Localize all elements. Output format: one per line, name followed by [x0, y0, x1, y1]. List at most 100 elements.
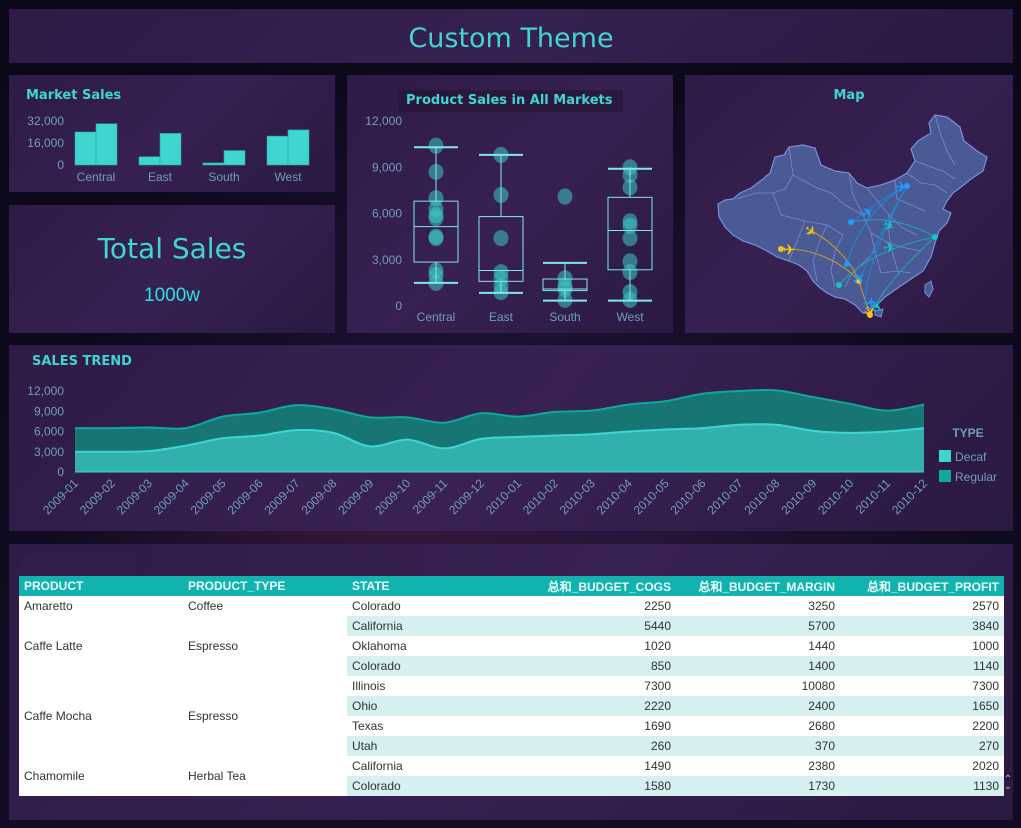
- table-row[interactable]: Chamomile Herbal Tea California 1490 2380 202…: [19, 756, 1004, 796]
- total-sales-panel: Total Sales 1000w: [9, 205, 335, 333]
- cell-state: Oklahoma: [347, 636, 511, 656]
- table-body: Amaretto Coffee Colorado 2250 3250 2570 Caffe …: [19, 596, 1004, 796]
- cell-margin: 10080: [676, 676, 840, 696]
- data-point: [428, 210, 444, 227]
- bar: [223, 150, 246, 166]
- y-tick-label: 0: [395, 299, 402, 313]
- page-title: Custom Theme: [408, 23, 614, 54]
- legend-label-decaf: Decaf: [955, 450, 987, 464]
- cell-profit: 2020: [840, 756, 1004, 776]
- column-header-product[interactable]: PRODUCT: [19, 576, 183, 596]
- taiwan: [924, 280, 934, 298]
- x-tick-label: West: [274, 170, 302, 184]
- cell-profit: 2200: [840, 716, 1004, 736]
- sales-trend-panel: SALES TREND 0 3,000 6,000 9,000 12,000 2009-0…: [9, 345, 1013, 531]
- x-tick-label: 2010-01: [483, 476, 524, 517]
- map-panel: Map ✈ ✈ ✈ ✈ ✈ ✈ ✈ ✈ ✈ ✈: [685, 75, 1013, 333]
- cell-product: Amaretto: [19, 596, 183, 616]
- cell-product-type: Coffee: [183, 596, 347, 616]
- legend-label-regular: Regular: [955, 470, 997, 484]
- marker: [932, 234, 938, 240]
- x-tick-label: 2009-11: [410, 476, 451, 517]
- cell-product-type: Herbal Tea: [183, 756, 347, 796]
- scroll-up-down-icon[interactable]: ⌃ ⌄: [1003, 775, 1013, 792]
- y-tick-label: 6,000: [372, 207, 402, 221]
- cell-state: California: [347, 616, 511, 636]
- cell-profit: 1000: [840, 636, 1004, 656]
- marker: [844, 261, 850, 267]
- x-tick-label: 2009-04: [151, 476, 192, 517]
- cell-margin: 3250: [676, 596, 840, 616]
- cell-state: Illinois: [347, 676, 511, 696]
- plane-icon: ✈: [783, 242, 796, 259]
- x-tick-label: 2010-06: [668, 476, 709, 517]
- cell-state: California: [347, 756, 511, 776]
- cell-product-type: Espresso: [183, 676, 347, 756]
- x-tick-label: 2009-10: [372, 476, 413, 517]
- y-tick-label: 9,000: [372, 160, 402, 174]
- marker: [848, 219, 854, 225]
- product-sales-panel: Product Sales in All Markets 0 3,000 6,000…: [347, 75, 673, 333]
- x-tick-label: 2009-12: [446, 476, 487, 517]
- data-table: PRODUCT PRODUCT_TYPE STATE 总和_BUDGET_COG…: [19, 576, 1004, 796]
- cell-state: Colorado: [347, 656, 511, 676]
- column-header-budget-cogs[interactable]: 总和_BUDGET_COGS: [511, 576, 676, 596]
- y-tick-label: 3,000: [34, 445, 64, 459]
- x-tick-label: 2010-11: [853, 476, 894, 517]
- legend-swatch-decaf: [939, 450, 951, 462]
- cell-product: Caffe Mocha: [19, 676, 183, 756]
- cell-margin: 2680: [676, 716, 840, 736]
- x-tick-label: South: [208, 170, 239, 184]
- cell-product: Chamomile: [19, 756, 183, 796]
- legend-title: TYPE: [952, 426, 983, 440]
- bar: [74, 131, 97, 166]
- cell-state: Colorado: [347, 596, 511, 616]
- y-tick-label: 9,000: [34, 404, 64, 418]
- china-mainland: [717, 114, 988, 314]
- bar: [159, 133, 182, 166]
- product-sales-boxplot: 0 3,000 6,000 9,000 12,000 Central East South We…: [365, 114, 653, 324]
- cell-state: Colorado: [347, 776, 511, 796]
- cell-cogs: 1020: [511, 636, 676, 656]
- table-row[interactable]: Caffe Latte Espresso California 5440 5700 384…: [19, 616, 1004, 676]
- column-header-state[interactable]: STATE: [347, 576, 511, 596]
- x-tick-label: 2010-02: [520, 476, 561, 517]
- cell-margin: 1730: [676, 776, 840, 796]
- cell-cogs: 850: [511, 656, 676, 676]
- cell-margin: 2380: [676, 756, 840, 776]
- data-point: [557, 188, 573, 205]
- x-tick-label: 2009-09: [335, 476, 376, 517]
- x-tick-label: 2009-03: [114, 476, 155, 517]
- cell-profit: 270: [840, 736, 1004, 756]
- cell-profit: 1130: [840, 776, 1004, 796]
- x-tick-label: West: [616, 310, 644, 324]
- y-tick-label: 3,000: [372, 253, 402, 267]
- x-tick-label: 2010-10: [815, 476, 856, 517]
- map-regions: [717, 114, 988, 318]
- x-tick-label: 2009-07: [262, 476, 303, 517]
- x-tick-label: Central: [417, 310, 456, 324]
- table-header-row: PRODUCT PRODUCT_TYPE STATE 总和_BUDGET_COG…: [19, 576, 1004, 596]
- cell-cogs: 5440: [511, 616, 676, 636]
- column-header-budget-profit[interactable]: 总和_BUDGET_PROFIT: [840, 576, 1004, 596]
- column-header-budget-margin[interactable]: 总和_BUDGET_MARGIN: [676, 576, 840, 596]
- cell-cogs: 2250: [511, 596, 676, 616]
- cell-profit: 7300: [840, 676, 1004, 696]
- china-map[interactable]: ✈ ✈ ✈ ✈ ✈ ✈ ✈ ✈ ✈ ✈: [685, 75, 1013, 333]
- bar: [202, 162, 225, 166]
- table-row[interactable]: Amaretto Coffee Colorado 2250 3250 2570: [19, 596, 1004, 616]
- table-title-placeholder: [21, 556, 131, 574]
- x-tick-label: 2009-05: [188, 476, 229, 517]
- plane-icon: ✈: [895, 179, 908, 196]
- cell-state: Ohio: [347, 696, 511, 716]
- cell-state: Texas: [347, 716, 511, 736]
- sales-trend-chart: 03,0006,0009,00012,0002009-012009-022009…: [27, 384, 997, 517]
- x-tick-label: 2009-01: [40, 476, 81, 517]
- x-tick-label: 2010-07: [705, 476, 746, 517]
- cell-profit: 1650: [840, 696, 1004, 716]
- table-row[interactable]: Caffe Mocha Espresso Illinois 7300 10080 7300: [19, 676, 1004, 756]
- cell-margin: 2400: [676, 696, 840, 716]
- x-tick-label: 2010-03: [557, 476, 598, 517]
- column-header-product-type[interactable]: PRODUCT_TYPE: [183, 576, 347, 596]
- cell-cogs: 2220: [511, 696, 676, 716]
